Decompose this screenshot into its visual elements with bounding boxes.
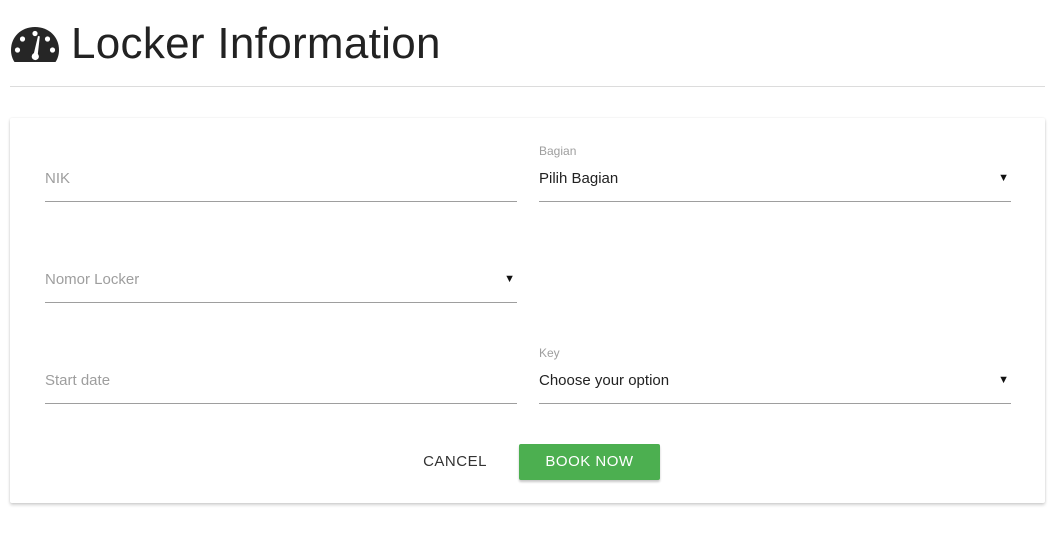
bagian-selected-value: Pilih Bagian [539, 170, 619, 187]
nomor-locker-select[interactable]: Nomor Locker ▼ [45, 254, 517, 303]
key-selected-value: Choose your option [539, 372, 670, 389]
nik-input[interactable]: NIK [45, 153, 517, 202]
cancel-button[interactable]: CANCEL [410, 444, 500, 480]
book-now-button[interactable]: BOOK NOW [519, 444, 660, 480]
page-header: Locker Information [10, 14, 441, 74]
dashboard-gauge-icon [10, 19, 60, 69]
nomor-locker-placeholder: Nomor Locker [45, 271, 140, 288]
nik-placeholder: NIK [45, 170, 71, 187]
locker-form-card: NIK Bagian Pilih Bagian ▼ Nomor Locker ▼… [10, 118, 1045, 503]
key-select[interactable]: Key Choose your option ▼ [539, 346, 1011, 404]
header-divider [10, 86, 1045, 87]
start-date-placeholder: Start date [45, 372, 111, 389]
start-date-input[interactable]: Start date [45, 355, 517, 404]
bagian-caret-down-icon: ▼ [998, 172, 1009, 184]
key-label: Key [539, 346, 560, 360]
key-caret-down-icon: ▼ [998, 374, 1009, 386]
page-title: Locker Information [71, 19, 441, 68]
nomor-locker-caret-down-icon: ▼ [504, 273, 515, 285]
bagian-label: Bagian [539, 144, 577, 158]
bagian-select[interactable]: Bagian Pilih Bagian ▼ [539, 144, 1011, 202]
